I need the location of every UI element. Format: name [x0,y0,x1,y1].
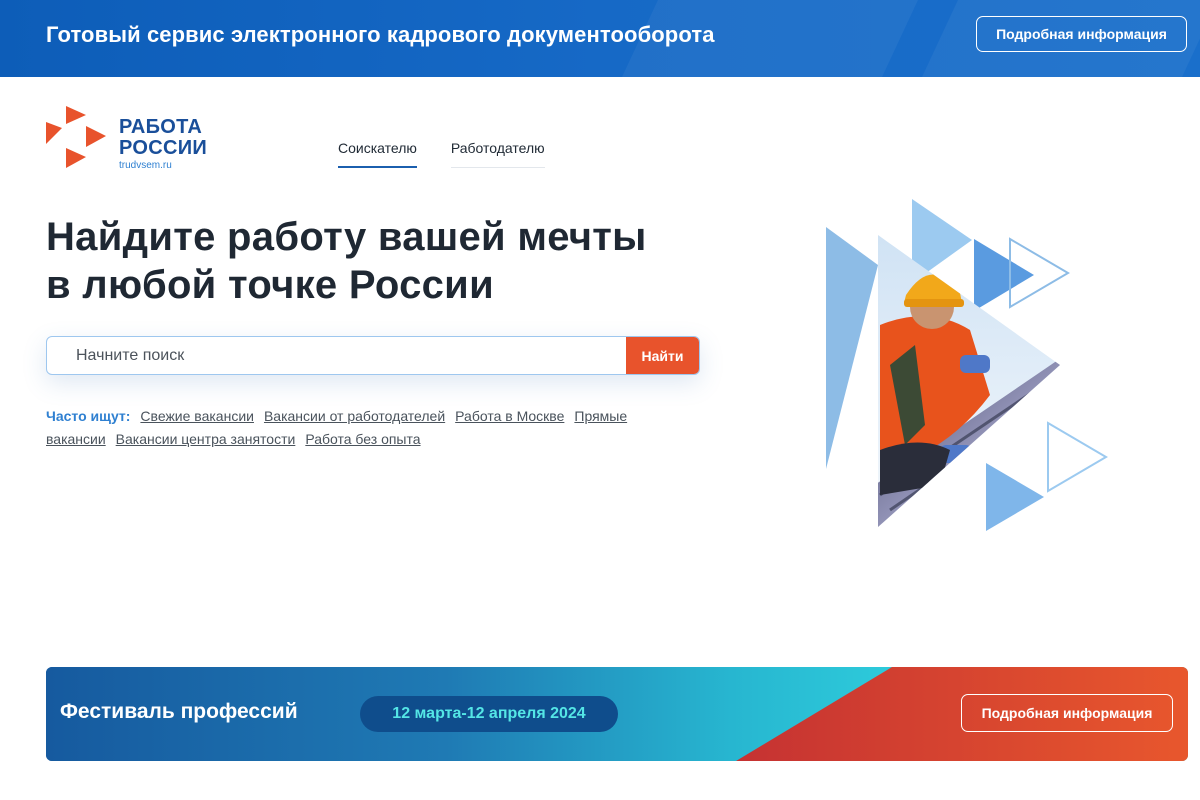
popular-link-employer-vacancies[interactable]: Вакансии от работодателей [264,408,445,424]
festival-banner: Фестиваль профессий 12 марта-12 апреля 2… [46,667,1188,761]
logo-arrows-icon [46,106,106,168]
page-title-line1: Найдите работу вашей мечты [46,215,647,259]
festival-more-info-button[interactable]: Подробная информация [961,694,1173,732]
top-banner-title: Готовый сервис электронного кадрового до… [46,22,715,47]
search-bar: Найти [46,336,700,375]
search-input[interactable] [47,337,627,374]
hero-illustration [820,195,1120,535]
search-button[interactable]: Найти [626,337,699,374]
top-banner: Готовый сервис электронного кадрового до… [0,0,1200,77]
logo-text-line2: РОССИИ [119,137,208,159]
logo-text-line1: РАБОТА [119,116,203,138]
logo-domain: trudvsem.ru [119,160,172,171]
tab-employer[interactable]: Работодателю [450,140,545,168]
festival-title: Фестиваль профессий [60,700,298,723]
festival-dates-badge: 12 марта-12 апреля 2024 [360,696,618,732]
page-title: Найдите работу вашей мечты в любой точке… [46,213,746,309]
popular-link-moscow-jobs[interactable]: Работа в Москве [455,408,564,424]
popular-link-employment-center[interactable]: Вакансии центра занятости [116,431,296,447]
top-banner-more-info-button[interactable]: Подробная информация [976,16,1187,52]
audience-tabs: Соискателю Работодателю [338,140,545,168]
popular-searches: Часто ищут: Свежие вакансии Вакансии от ра… [46,405,716,451]
popular-link-no-experience[interactable]: Работа без опыта [305,431,420,447]
hero-worker-image [826,199,1108,531]
popular-link-fresh-vacancies[interactable]: Свежие вакансии [140,408,254,424]
popular-searches-label: Часто ищут: [46,408,131,424]
site-logo[interactable]: РАБОТА РОССИИ trudvsem.ru [46,106,226,172]
tab-job-seeker[interactable]: Соискателю [338,140,417,168]
page-title-line2: в любой точке России [46,263,494,307]
